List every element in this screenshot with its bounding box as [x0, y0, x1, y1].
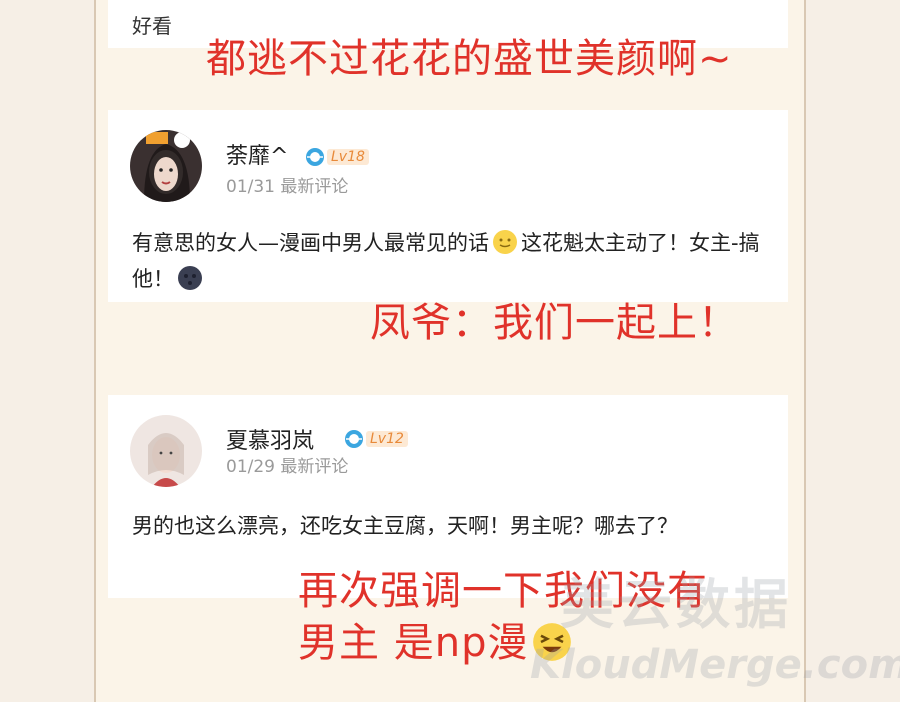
username[interactable]: 夏慕羽岚 [226, 423, 314, 455]
comment-text: 男的也这么漂亮，还吃女主豆腐，天啊！男主呢？哪去了？ [132, 514, 678, 538]
watermark: 美云数据 KloudMerge.com [530, 560, 900, 702]
comment-card[interactable]: 荼靡^ Lv18 01/31 最新评论 有意思的女人—漫画中男人最常见的话 这花魁… [108, 110, 788, 302]
comment-date: 01/31 [226, 177, 275, 197]
comment-tag: 最新评论 [280, 457, 349, 477]
watermark-url-text: KloudMerge.com [530, 642, 900, 688]
level-label: Lv18 [327, 149, 369, 165]
avatar[interactable] [130, 130, 202, 202]
annotation-text: 凤爷：我们一起上！ [370, 300, 739, 346]
annotation-line-text: 男主 是np漫 [298, 620, 529, 666]
watermark-logo-text: 美云数据 [560, 573, 792, 636]
comment-tag: 最新评论 [280, 177, 349, 197]
level-badge: Lv12 [344, 428, 408, 450]
username[interactable]: 荼靡^ [226, 138, 288, 170]
comment-text-part: 有意思的女人—漫画中男人最常见的话 [132, 231, 489, 255]
annotation-text: 都逃不过花花的盛世美颜啊~ [206, 36, 733, 82]
comment-date: 01/29 [226, 457, 275, 477]
comment-meta: 01/29 最新评论 [226, 452, 348, 477]
comment-meta: 01/31 最新评论 [226, 172, 348, 197]
comment-text-snippet: 好看 [132, 14, 172, 38]
avatar[interactable] [130, 415, 202, 487]
new-moon-face-emoji [178, 266, 202, 290]
level-label: Lv12 [366, 431, 408, 447]
level-badge: Lv18 [305, 146, 369, 168]
slight-smile-emoji [493, 230, 517, 254]
globe-level-icon [345, 430, 363, 448]
comment-text: 有意思的女人—漫画中男人最常见的话 这花魁太主动了！女主-搞他！ [132, 225, 762, 297]
globe-level-icon [306, 148, 324, 166]
